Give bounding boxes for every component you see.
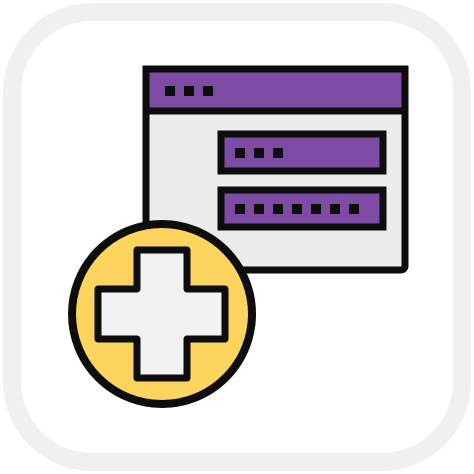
dot bbox=[330, 204, 340, 214]
title-bar-dots bbox=[165, 86, 213, 96]
dot bbox=[254, 204, 264, 214]
dot bbox=[292, 204, 302, 214]
dot bbox=[235, 204, 245, 214]
dot bbox=[184, 86, 194, 96]
plus-badge-icon bbox=[68, 220, 256, 408]
dot bbox=[311, 204, 321, 214]
dot bbox=[203, 86, 213, 96]
dot bbox=[273, 148, 283, 158]
add-login-form-icon bbox=[3, 3, 471, 471]
dot bbox=[273, 204, 283, 214]
username-field bbox=[217, 130, 387, 175]
password-field bbox=[217, 186, 387, 231]
dot bbox=[254, 148, 264, 158]
username-field-dots bbox=[235, 148, 283, 158]
app-icon-tile bbox=[0, 0, 474, 474]
dot bbox=[235, 148, 245, 158]
dot bbox=[349, 204, 359, 214]
dot bbox=[165, 86, 175, 96]
